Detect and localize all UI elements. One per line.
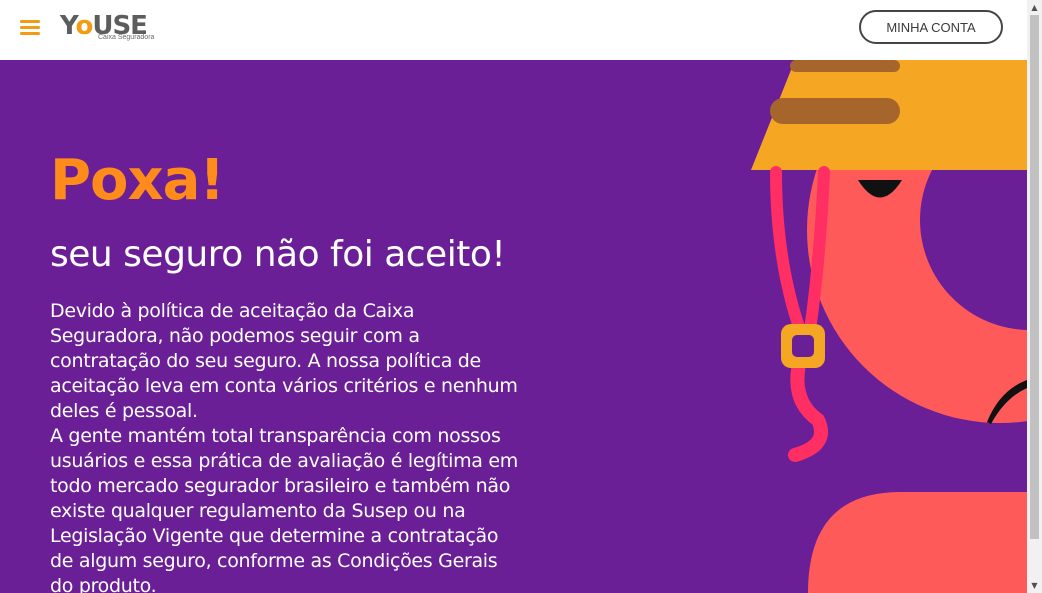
page-subtitle: seu seguro não foi aceito! [50, 234, 506, 275]
hamburger-menu-icon[interactable] [20, 20, 40, 36]
hat-stripe [770, 98, 900, 124]
character-body [808, 492, 1027, 593]
scrollbar-thumb[interactable] [1030, 15, 1039, 539]
rejection-hero: Poxa! seu seguro não foi aceito! Devido … [0, 60, 1027, 593]
rope-strap [770, 166, 806, 336]
hat-stripe [790, 60, 900, 72]
youse-logo[interactable]: YoUSE Caixa Seguradora [60, 11, 155, 45]
explanation-paragraph-1: Devido à política de aceitação da Caixa … [50, 300, 518, 422]
vertical-scrollbar[interactable]: ▲ ▼ [1027, 0, 1042, 593]
rope-end [788, 353, 829, 462]
page-title: Poxa! [50, 148, 225, 213]
top-header: YoUSE Caixa Seguradora MINHA CONTA [0, 0, 1027, 60]
scroll-up-arrow-icon[interactable]: ▲ [1027, 0, 1042, 15]
scroll-down-arrow-icon[interactable]: ▼ [1027, 578, 1042, 593]
logo-subtitle: Caixa Seguradora [98, 34, 155, 41]
explanation-paragraph-2: A gente mantém total transparência com n… [50, 425, 518, 593]
minha-conta-button[interactable]: MINHA CONTA [859, 10, 1003, 44]
